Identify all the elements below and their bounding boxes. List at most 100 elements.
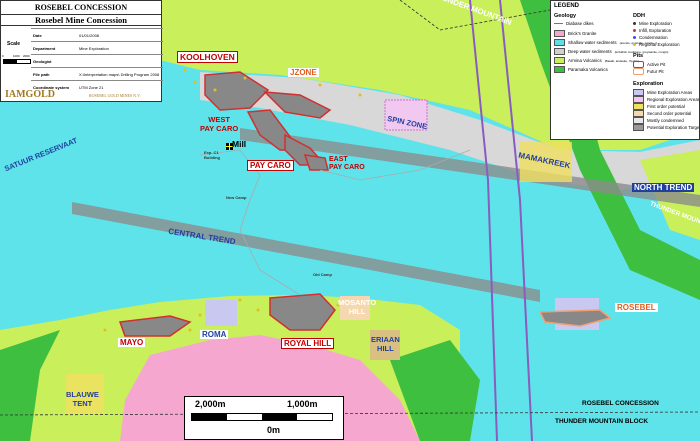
title-scale-tick-1: 1000 [13, 54, 20, 58]
legend-geology-heading: Geology [554, 13, 577, 19]
label-blauwe-line2: TENT [72, 399, 93, 408]
legend-label: Shallow water sediments [568, 40, 617, 45]
label-mosanto-hill: MOSANTO HILL [338, 298, 376, 316]
meta-row: Date 01/01/2008 [31, 28, 163, 41]
meta-row: Geologist [31, 54, 163, 67]
meta-key: Geologist [33, 58, 52, 64]
legend-swatch [633, 89, 644, 96]
scale-bar: 2,000m 1,000m 0m [184, 396, 344, 440]
title-block: ROSEBEL CONCESSION Rosebel Mine Concessi… [0, 0, 163, 102]
legend-pits-heading: Pits [633, 53, 644, 59]
legend-item: Mostly condemned [633, 117, 684, 124]
label-thunder-mountain-block: THUNDER MOUNTAIN BLOCK [555, 418, 649, 425]
meta-row: Department Mine Exploration [31, 41, 163, 54]
title-scale-tick-2: 2000 [23, 54, 30, 58]
label-new-camp: New Camp [226, 195, 247, 200]
legend-swatch [633, 103, 644, 110]
label-west-pay-caro: WEST PAY CARO [200, 115, 238, 133]
label-east-pay-caro-line1: EAST [329, 156, 348, 163]
label-mosanto-line2: HILL [348, 307, 366, 316]
legend-label: Second order potential [647, 111, 692, 116]
legend-ddh-heading: DDH [633, 13, 645, 19]
scale-label: Scale [7, 41, 21, 47]
label-koolhoven: KOOLHOVEN [177, 51, 238, 63]
scale-bar-mid: 1,000m [287, 399, 318, 409]
legend-label: Active Pit [647, 62, 666, 67]
legend-item: Condemnation [633, 35, 668, 40]
legend-label: Condemnation [639, 35, 668, 40]
legend-item: Futur Pit [633, 68, 664, 75]
meta-row: File path X:\Interpretation maps\ Drillin… [31, 67, 163, 80]
meta-key: Department [33, 45, 56, 51]
legend-label: Mine Exploration [639, 21, 672, 26]
subsidiary-name: ROSEBEL GOLD MINES N.V. [89, 93, 141, 98]
label-west-pay-caro-line2: PAY CARO [200, 124, 239, 133]
meta-key: File path [33, 71, 50, 77]
legend-swatch [554, 23, 563, 24]
title-meta: Date 01/01/2008 Department Mine Exploratio… [31, 28, 163, 93]
legend-item: Infill, Exploration [633, 28, 671, 33]
scale-bar-zero: 0m [267, 425, 281, 435]
legend-item: Regional Exploration Areas [633, 96, 700, 103]
legend-swatch [633, 22, 636, 25]
legend-swatch [633, 96, 644, 103]
label-roma: ROMA [200, 330, 229, 339]
meta-value: X:\Interpretation maps\ Drilling Program… [79, 71, 160, 77]
company-logo: IAMGOLD [5, 89, 55, 100]
legend-label: Armina Volcanics [568, 58, 602, 63]
label-blauwe-tent: BLAUWE TENT [66, 390, 99, 408]
label-eriaan-hill: ERIAAN HILL [371, 335, 400, 353]
label-mayo: MAYO [118, 338, 146, 347]
legend-item: Active Pit [633, 61, 665, 68]
legend-item: Potential Exploration Targets [633, 124, 699, 131]
label-east-pay-caro-line2: PAY CARO [329, 164, 365, 171]
label-north-trend: NORTH TREND [632, 183, 695, 192]
legend-item: Regional Exploration [633, 42, 680, 47]
legend-label: Deep water sediments [568, 49, 612, 54]
legend-item: Armina Volcanics (Basalt, andesite, rhyol… [554, 57, 639, 64]
label-east-pay-caro: EAST PAY CARO [329, 156, 365, 172]
legend-item: Deep water sediments (turbiditic mudstone… [554, 48, 668, 55]
legend-swatch [633, 124, 644, 131]
legend-item: Mine Exploration [633, 21, 672, 26]
legend-label: Brick's Granite [568, 31, 597, 36]
legend-swatch [633, 68, 644, 75]
meta-value: UTM Zone 21 [79, 84, 104, 90]
legend-swatch [554, 48, 565, 55]
meta-key: Date [33, 32, 42, 38]
title-scale-ruler [3, 59, 31, 64]
legend-swatch [633, 117, 644, 124]
legend-swatch [554, 30, 565, 37]
legend-label: Regional Exploration [639, 42, 680, 47]
roma-area [205, 300, 237, 326]
legend-label: Futur Pit [647, 69, 664, 74]
legend-swatch [554, 66, 565, 73]
legend-swatch [633, 36, 636, 39]
title-line1: ROSEBEL CONCESSION [34, 3, 128, 12]
legend-label: Infill, Exploration [639, 28, 672, 33]
legend-label: Regional Exploration Areas [647, 97, 700, 102]
legend-item: Diabase dikes [554, 21, 594, 26]
label-building: Building [204, 155, 220, 160]
legend-label: First order potential [647, 104, 685, 109]
legend-swatch [633, 29, 636, 32]
label-pay-caro: PAY CARO [247, 160, 294, 171]
legend-item: Brick's Granite [554, 30, 596, 37]
legend-item: First order potential [633, 103, 685, 110]
label-jzone: JZONE [288, 68, 319, 77]
legend-swatch [633, 110, 644, 117]
legend-item: Mine Exploration Areas [633, 89, 692, 96]
legend-label: Diabase dikes [566, 21, 594, 26]
legend-swatch [554, 57, 565, 64]
label-mill: Mill [232, 139, 247, 149]
label-west-pay-caro-line1: WEST [208, 115, 230, 124]
label-blauwe-line1: BLAUWE [66, 390, 99, 399]
label-eriaan-line1: ERIAAN [371, 335, 400, 344]
legend-title: LEGEND [554, 3, 580, 9]
legend-swatch [633, 43, 636, 46]
label-royal-hill: ROYAL HILL [281, 338, 335, 349]
scale-bar-left: 2,000m [195, 399, 226, 409]
legend-label: Mine Exploration Areas [647, 90, 693, 95]
label-rosebel: ROSEBEL [615, 303, 658, 312]
label-eriaan-line2: HILL [377, 344, 394, 353]
